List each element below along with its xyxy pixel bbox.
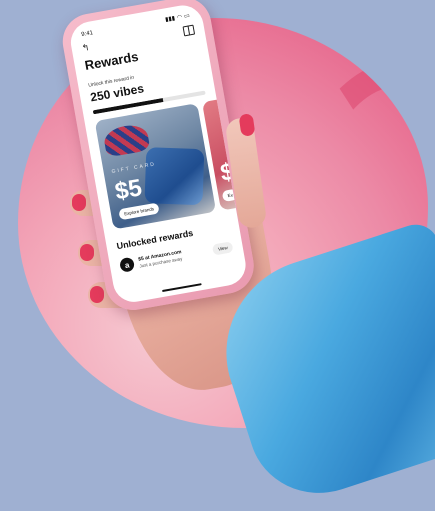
wifi-icon: ◠ (176, 14, 183, 22)
home-indicator (161, 283, 202, 293)
nail-3 (90, 286, 104, 303)
battery-icon: ▭ (183, 13, 191, 21)
gift-icon[interactable] (182, 24, 196, 36)
card-image-denim (144, 147, 205, 206)
nail-1 (72, 194, 86, 211)
nail-2 (80, 244, 94, 261)
gift-card-carousel[interactable]: GIFT CARD $5 Explore brands $ Ex (84, 80, 249, 232)
reward-text: $5 at Amazon.com Just a purchase away (138, 245, 209, 268)
card-image-umbrella (102, 122, 151, 158)
back-arrow-icon[interactable]: ↰ (81, 42, 90, 54)
card-amount: $5 (112, 174, 144, 206)
amazon-logo-icon: a (118, 256, 136, 273)
view-button[interactable]: View (212, 240, 234, 256)
gift-card[interactable]: GIFT CARD $5 Explore brands (94, 103, 217, 230)
